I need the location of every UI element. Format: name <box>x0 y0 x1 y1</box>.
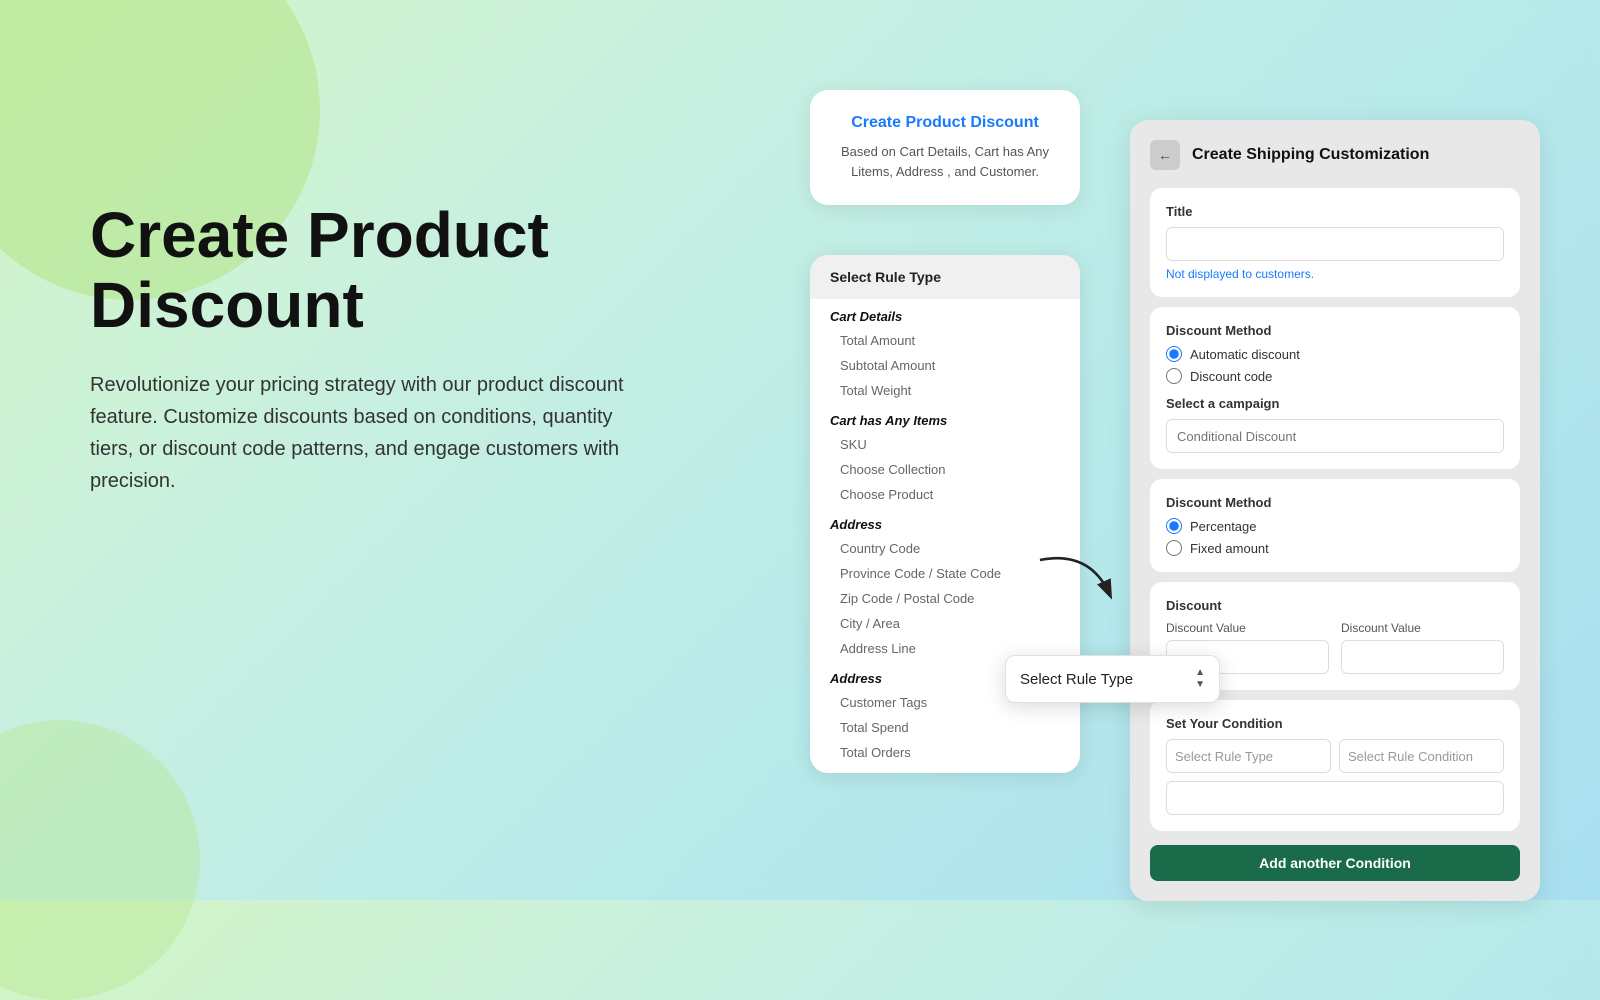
rule-item-choose-product[interactable]: Choose Product <box>810 482 1080 507</box>
discount-method-1-label: Discount Method <box>1166 323 1504 338</box>
radio-fixed-input[interactable] <box>1166 540 1182 556</box>
not-displayed-note: Not displayed to customers. <box>1166 267 1504 281</box>
main-title: Create Product Discount <box>90 200 650 341</box>
discount-value-input-2[interactable] <box>1341 640 1504 674</box>
back-icon: ← <box>1158 147 1172 163</box>
main-description: Revolutionize your pricing strategy with… <box>90 369 650 497</box>
rule-item-choose-collection[interactable]: Choose Collection <box>810 457 1080 482</box>
rule-item-sku[interactable]: SKU <box>810 432 1080 457</box>
radio-percentage-label: Percentage <box>1190 519 1257 534</box>
title-section: Title Not displayed to customers. <box>1150 188 1520 297</box>
condition-section: Set Your Condition Select Rule Type Sele… <box>1150 700 1520 831</box>
card-info: Create Product Discount Based on Cart De… <box>810 90 1080 205</box>
arrow-connector <box>1030 540 1130 625</box>
section-address: Address <box>810 507 1080 536</box>
rule-item-total-orders[interactable]: Total Orders <box>810 740 1080 765</box>
discount-method-1-radio-group: Automatic discount Discount code <box>1166 346 1504 384</box>
discount-col-2: Discount Value <box>1341 621 1504 674</box>
shipping-title: Create Shipping Customization <box>1192 146 1429 164</box>
radio-discount-code[interactable]: Discount code <box>1166 368 1504 384</box>
title-label: Title <box>1166 204 1504 219</box>
discount-value-label-1: Discount Value <box>1166 621 1329 635</box>
shipping-header: ← Create Shipping Customization <box>1150 140 1520 170</box>
campaign-input[interactable] <box>1166 419 1504 453</box>
rule-item-total-weight[interactable]: Total Weight <box>810 378 1080 403</box>
radio-automatic[interactable]: Automatic discount <box>1166 346 1504 362</box>
card-rule-header: Select Rule Type <box>810 255 1080 299</box>
discount-section-label: Discount <box>1166 598 1504 613</box>
add-condition-button[interactable]: Add another Condition <box>1150 845 1520 881</box>
select-rule-arrows-icon: ▲ ▼ <box>1195 668 1205 690</box>
rule-condition-select[interactable]: Select Rule Condition <box>1339 739 1504 773</box>
discount-method-2-label: Discount Method <box>1166 495 1504 510</box>
rule-type-select[interactable]: Select Rule Type <box>1166 739 1331 773</box>
rule-item-subtotal-amount[interactable]: Subtotal Amount <box>810 353 1080 378</box>
discount-method-2-section: Discount Method Percentage Fixed amount <box>1150 479 1520 572</box>
radio-automatic-input[interactable] <box>1166 346 1182 362</box>
card-shipping-customization: ← Create Shipping Customization Title No… <box>1130 120 1540 901</box>
radio-fixed-amount[interactable]: Fixed amount <box>1166 540 1504 556</box>
card-info-title: Create Product Discount <box>830 114 1060 132</box>
title-input[interactable] <box>1166 227 1504 261</box>
select-rule-floating[interactable]: Select Rule Type ▲ ▼ <box>1005 655 1220 703</box>
radio-code-input[interactable] <box>1166 368 1182 384</box>
radio-fixed-label: Fixed amount <box>1190 541 1269 556</box>
bg-circle-bottom-left <box>0 720 200 1000</box>
back-button[interactable]: ← <box>1150 140 1180 170</box>
section-cart-items: Cart has Any Items <box>810 403 1080 432</box>
radio-percentage-input[interactable] <box>1166 518 1182 534</box>
radio-percentage[interactable]: Percentage <box>1166 518 1504 534</box>
condition-section-label: Set Your Condition <box>1166 716 1504 731</box>
card-info-description: Based on Cart Details, Cart has Any Lite… <box>830 142 1060 181</box>
panels-area: Create Product Discount Based on Cart De… <box>800 60 1540 880</box>
discount-method-1-section: Discount Method Automatic discount Disco… <box>1150 307 1520 469</box>
discount-value-label-2: Discount Value <box>1341 621 1504 635</box>
condition-row: Select Rule Type Select Rule Condition <box>1166 739 1504 773</box>
left-section: Create Product Discount Revolutionize yo… <box>90 200 650 497</box>
radio-automatic-label: Automatic discount <box>1190 347 1300 362</box>
select-campaign-label: Select a campaign <box>1166 396 1504 411</box>
rule-item-total-amount[interactable]: Total Amount <box>810 328 1080 353</box>
condition-value-input[interactable] <box>1166 781 1504 815</box>
discount-method-2-radio-group: Percentage Fixed amount <box>1166 518 1504 556</box>
section-cart-details: Cart Details <box>810 299 1080 328</box>
radio-code-label: Discount code <box>1190 369 1272 384</box>
rule-item-total-spend[interactable]: Total Spend <box>810 715 1080 740</box>
select-rule-floating-label: Select Rule Type <box>1020 671 1133 688</box>
